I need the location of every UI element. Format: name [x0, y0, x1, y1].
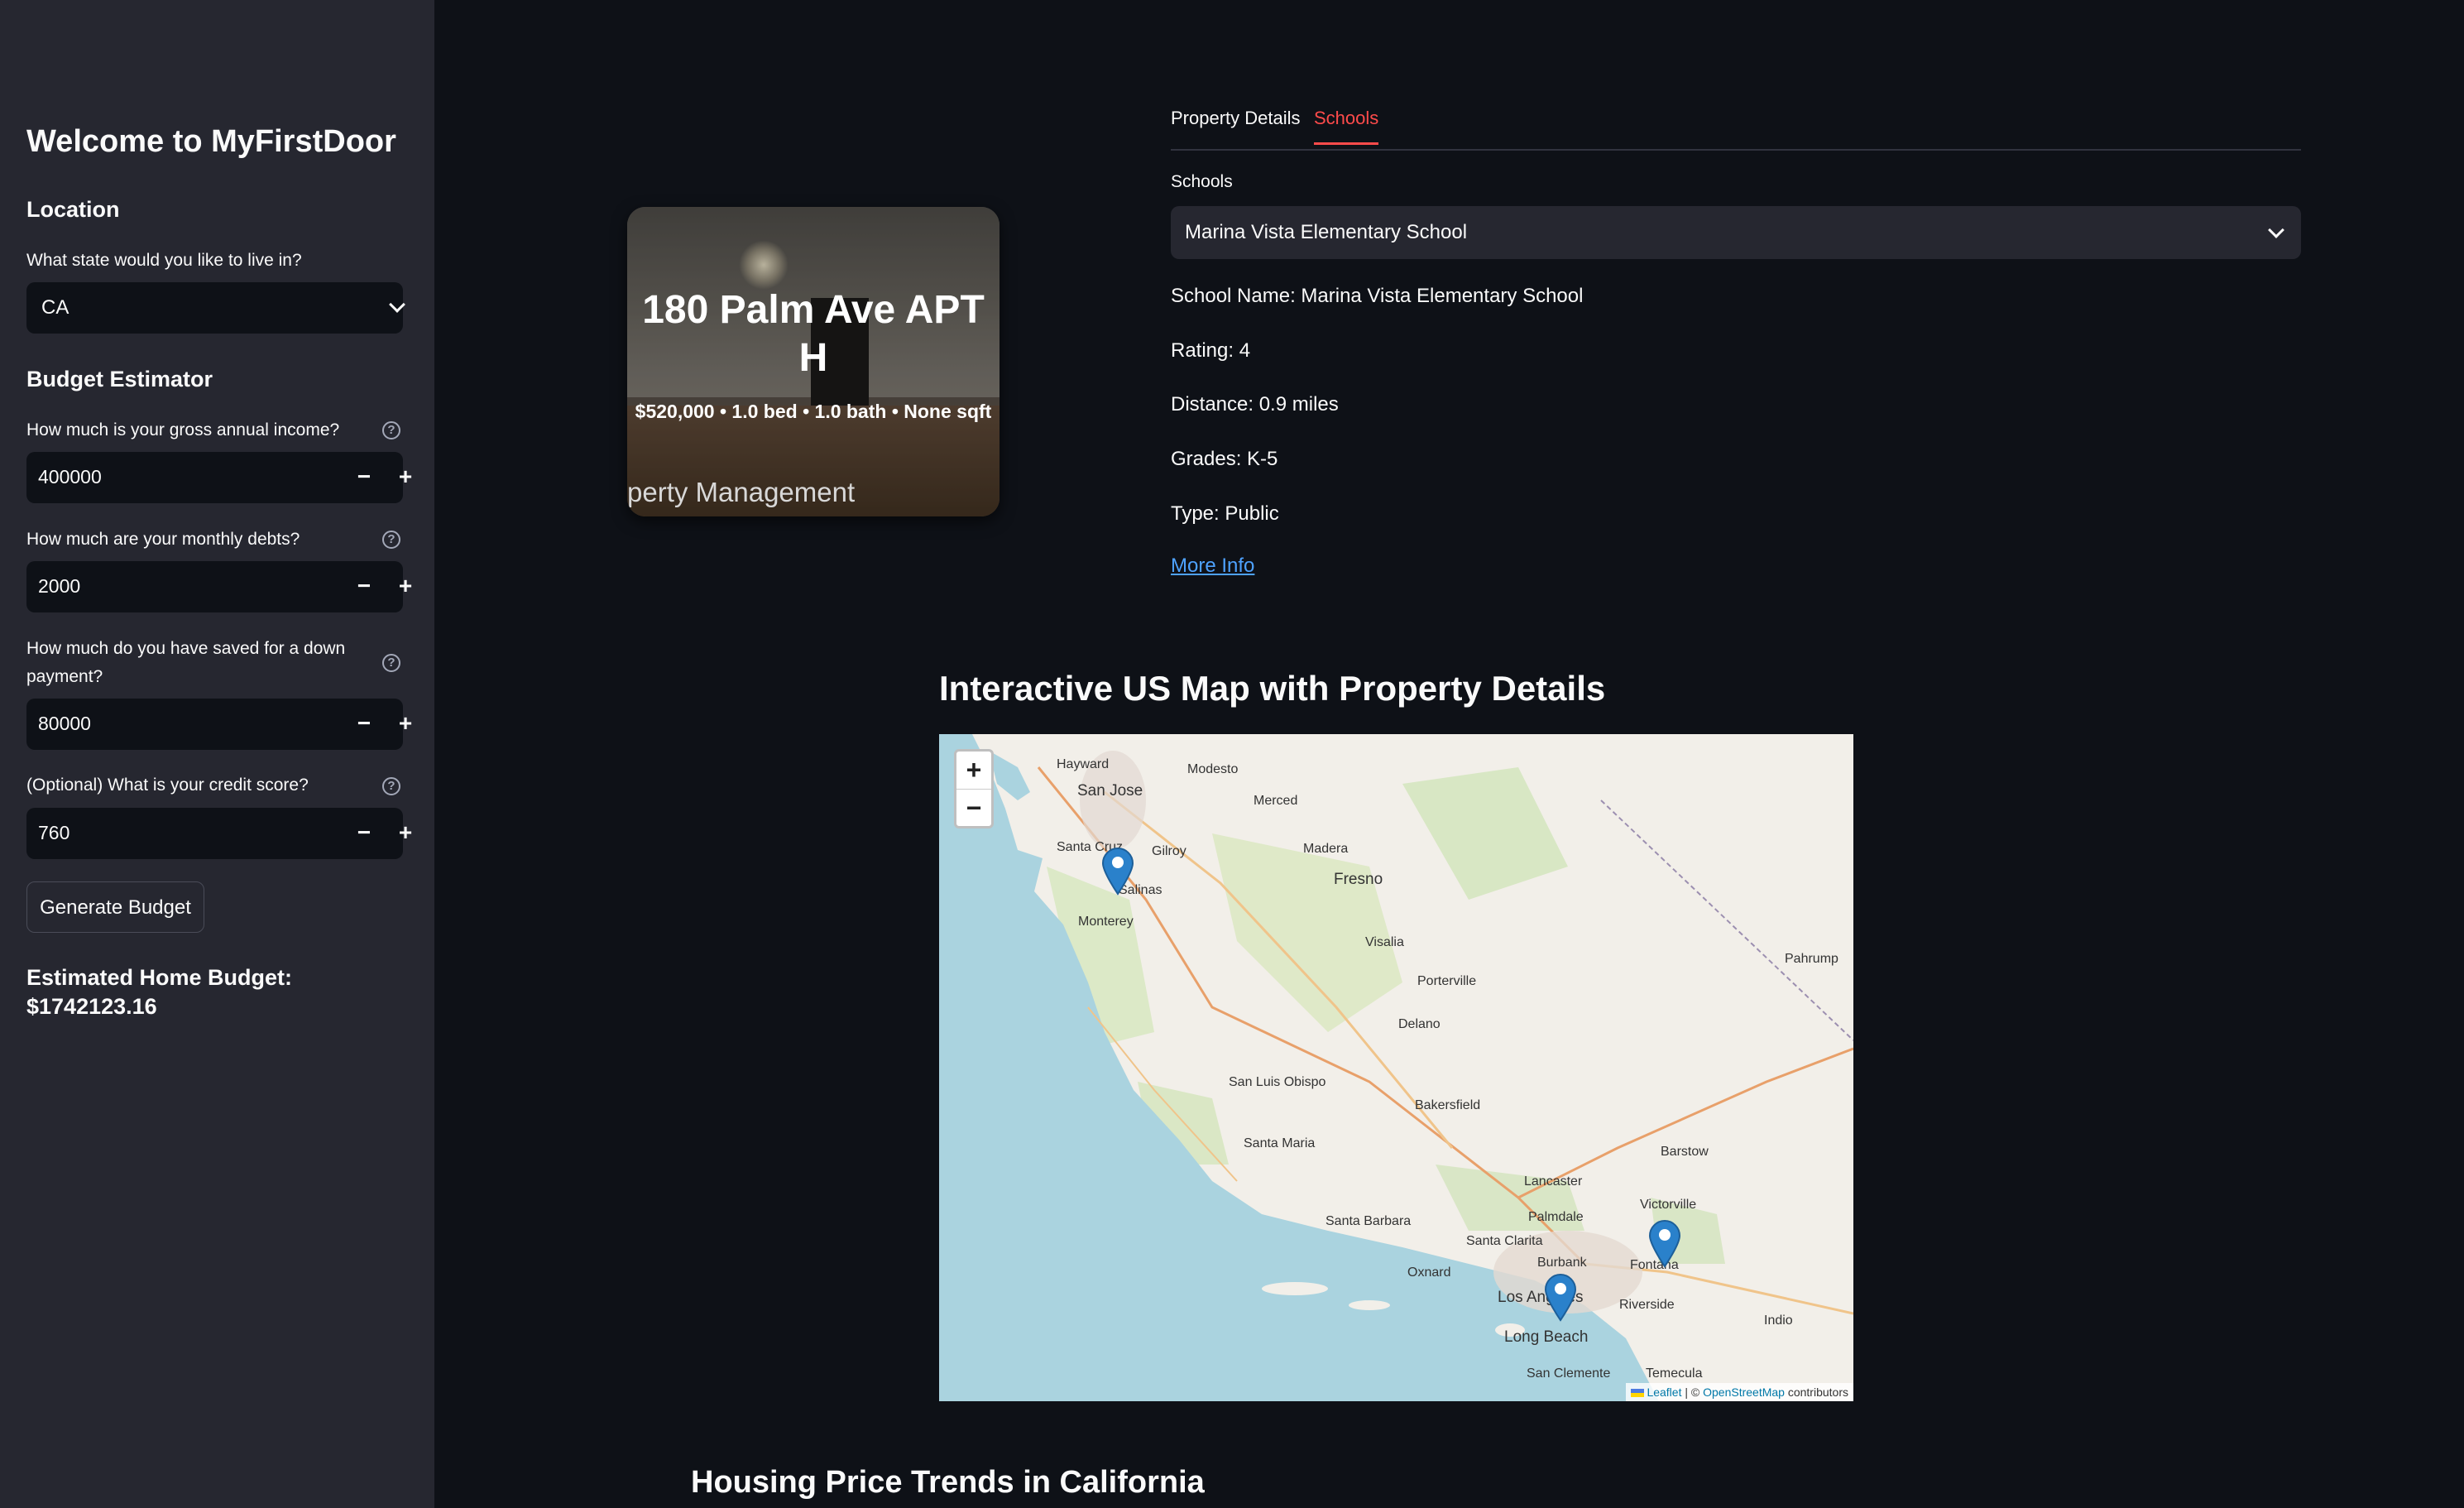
- zoom-out-button[interactable]: −: [956, 790, 991, 827]
- map-label: Monterey: [1078, 915, 1134, 929]
- more-info-link[interactable]: More Info: [1171, 555, 1254, 578]
- map-label: Lancaster: [1524, 1174, 1583, 1189]
- help-icon[interactable]: ?: [382, 777, 400, 795]
- credit-increment-button[interactable]: +: [385, 808, 426, 859]
- help-icon[interactable]: ?: [382, 531, 400, 549]
- zoom-control: + −: [954, 749, 994, 828]
- interactive-map[interactable]: Hayward Modesto San Jose Merced Santa Cr…: [939, 734, 1853, 1401]
- budget-heading: Budget Estimator: [26, 367, 213, 391]
- schools-label: Schools: [1171, 172, 1233, 191]
- tab-property-details[interactable]: Property Details: [1171, 108, 1301, 142]
- property-address: 180 Palm Ave APT H: [642, 288, 985, 380]
- state-label: What state would you like to live in?: [26, 251, 302, 270]
- help-icon[interactable]: ?: [382, 654, 400, 672]
- savings-value: 80000: [38, 713, 91, 734]
- map-label: Riverside: [1619, 1298, 1675, 1312]
- school-rating: Rating: 4: [1171, 339, 1251, 362]
- location-heading: Location: [26, 197, 120, 222]
- sidebar-title: Welcome to MyFirstDoor: [26, 124, 396, 159]
- school-distance: Distance: 0.9 miles: [1171, 393, 1339, 415]
- credit-label: (Optional) What is your credit score?: [26, 776, 309, 795]
- school-name: School Name: Marina Vista Elementary Sch…: [1171, 285, 1584, 307]
- state-select-value: CA: [41, 296, 70, 319]
- schools-select[interactable]: Marina Vista Elementary School: [1171, 206, 2301, 259]
- income-input[interactable]: 400000 − +: [26, 452, 412, 503]
- map-label: Merced: [1254, 794, 1298, 808]
- map-label: Delano: [1398, 1017, 1441, 1031]
- state-select[interactable]: CA: [26, 282, 405, 334]
- map-marker-icon[interactable]: [1100, 846, 1135, 896]
- property-summary: $520,000 • 1.0 bed • 1.0 bath • None sqf…: [635, 401, 992, 422]
- chevron-down-icon: [389, 296, 405, 313]
- debts-label: How much are your monthly debts?: [26, 530, 300, 549]
- map-marker-icon[interactable]: [1543, 1272, 1578, 1322]
- estimated-budget-value: $1742123.16: [26, 994, 157, 1019]
- housing-trends-heading: Housing Price Trends in California: [691, 1465, 1205, 1500]
- map-label: Modesto: [1187, 762, 1239, 776]
- leaflet-link[interactable]: Leaflet: [1647, 1386, 1681, 1399]
- map-label: Indio: [1764, 1313, 1793, 1328]
- map-label: Madera: [1303, 842, 1349, 856]
- map-label: Long Beach: [1504, 1328, 1589, 1346]
- school-grades: Grades: K-5: [1171, 448, 1278, 470]
- income-increment-button[interactable]: +: [385, 452, 426, 503]
- map-label: Oxnard: [1407, 1265, 1451, 1280]
- map-label: Barstow: [1661, 1145, 1709, 1159]
- property-card[interactable]: 180 Palm Ave APT H $520,000 • 1.0 bed • …: [627, 207, 1000, 516]
- debts-decrement-button[interactable]: −: [343, 561, 385, 612]
- map-marker-icon[interactable]: [1647, 1218, 1682, 1268]
- income-label: How much is your gross annual income?: [26, 420, 340, 439]
- income-decrement-button[interactable]: −: [343, 452, 385, 503]
- savings-increment-button[interactable]: +: [385, 699, 426, 750]
- map-label: Santa Barbara: [1325, 1214, 1412, 1228]
- map-label: Santa Maria: [1244, 1136, 1316, 1150]
- attribution-separator: | ©: [1681, 1386, 1704, 1399]
- income-value: 400000: [38, 466, 102, 487]
- map-label: Burbank: [1537, 1256, 1587, 1270]
- savings-input[interactable]: 80000 − +: [26, 699, 412, 750]
- attribution-contributors: contributors: [1784, 1386, 1848, 1399]
- map-label: Temecula: [1646, 1366, 1703, 1381]
- chevron-down-icon: [2268, 222, 2284, 238]
- zoom-in-button[interactable]: +: [956, 752, 991, 790]
- generate-budget-button[interactable]: Generate Budget: [26, 881, 204, 933]
- debts-increment-button[interactable]: +: [385, 561, 426, 612]
- map-label: Hayward: [1057, 757, 1110, 771]
- map-attribution: Leaflet | © OpenStreetMap contributors: [1625, 1383, 1853, 1401]
- credit-value: 760: [38, 822, 70, 843]
- map-label: Visalia: [1365, 935, 1404, 949]
- sidebar: Welcome to MyFirstDoor Location What sta…: [0, 0, 434, 1508]
- tab-bar: Property Details Schools: [1171, 99, 2301, 151]
- estimated-budget-label: Estimated Home Budget:: [26, 965, 293, 990]
- map-label: Santa Clarita: [1466, 1234, 1543, 1248]
- school-type: Type: Public: [1171, 502, 1279, 525]
- map-label: Fresno: [1334, 871, 1383, 888]
- credit-input[interactable]: 760 − +: [26, 808, 412, 859]
- map-label: Palmdale: [1528, 1210, 1584, 1224]
- estimated-budget: Estimated Home Budget: $1742123.16: [26, 963, 391, 1021]
- map-label: Bakersfield: [1415, 1098, 1481, 1112]
- debts-input[interactable]: 2000 − +: [26, 561, 412, 612]
- map-label: Pahrump: [1785, 952, 1838, 966]
- map-label: San Clemente: [1527, 1366, 1611, 1381]
- openstreetmap-link[interactable]: OpenStreetMap: [1703, 1386, 1785, 1399]
- map-label: San Luis Obispo: [1229, 1075, 1326, 1089]
- map-heading: Interactive US Map with Property Details: [939, 669, 1606, 708]
- map-tiles: [939, 734, 1853, 1401]
- help-icon[interactable]: ?: [382, 421, 400, 439]
- map-label: San Jose: [1077, 782, 1143, 800]
- savings-label: How much do you have saved for a down pa…: [26, 639, 346, 686]
- debts-value: 2000: [38, 575, 81, 597]
- map-label: Gilroy: [1152, 844, 1186, 858]
- map-label: Porterville: [1417, 974, 1477, 988]
- savings-decrement-button[interactable]: −: [343, 699, 385, 750]
- tab-schools[interactable]: Schools: [1314, 108, 1379, 145]
- leaflet-flag-icon: [1630, 1389, 1644, 1398]
- schools-select-value: Marina Vista Elementary School: [1185, 221, 1468, 243]
- map-label: Victorville: [1640, 1198, 1697, 1212]
- property-watermark: perty Management: [627, 477, 856, 507]
- credit-decrement-button[interactable]: −: [343, 808, 385, 859]
